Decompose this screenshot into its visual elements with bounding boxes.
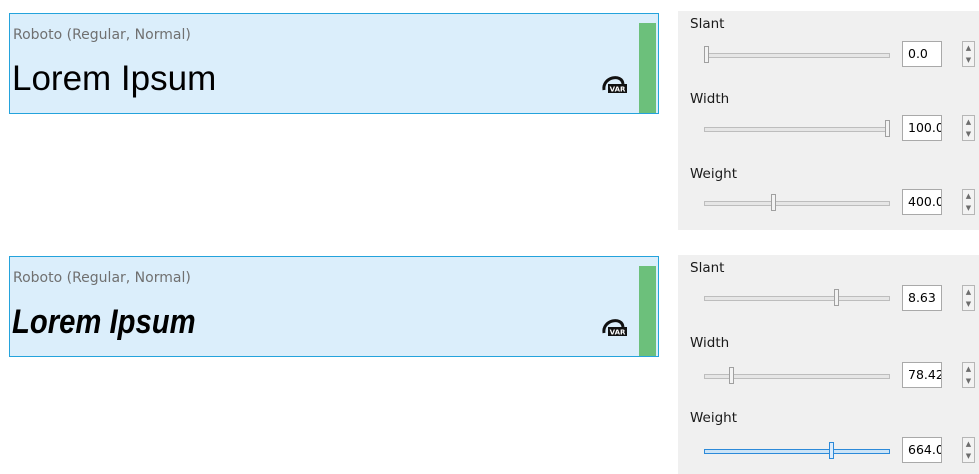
spin-up-icon[interactable]: ▲ (963, 438, 974, 450)
weight-slider-track[interactable] (704, 201, 890, 206)
slant-slider-thumb[interactable] (704, 46, 709, 63)
spin-up-icon[interactable]: ▲ (963, 363, 974, 375)
spin-down-icon[interactable]: ▼ (963, 450, 974, 462)
slant-axis-label: Slant (690, 16, 725, 32)
color-swatch-bar (639, 23, 656, 113)
slant-slider-thumb[interactable] (834, 289, 840, 306)
slant-value-input[interactable]: 0.0 (902, 41, 942, 67)
weight-spin-buttons[interactable]: ▲ ▼ (962, 437, 975, 463)
font-variation-window: Roboto (Regular, Normal) Lorem Ipsum VAR… (0, 0, 979, 474)
slant-spin-buttons[interactable]: ▲ ▼ (962, 285, 975, 311)
spin-down-icon[interactable]: ▼ (963, 202, 974, 214)
variable-font-icon: VAR (600, 71, 628, 95)
spin-down-icon[interactable]: ▼ (963, 54, 974, 66)
font-sample-text: Lorem Ipsum (12, 303, 196, 341)
font-name-caption: Roboto (Regular, Normal) (13, 27, 191, 43)
weight-axis-label: Weight (690, 166, 738, 182)
width-value-input[interactable]: 100.0 (902, 115, 942, 141)
slant-slider-track[interactable] (704, 296, 890, 301)
width-slider-thumb[interactable] (729, 367, 735, 384)
width-slider-thumb[interactable] (885, 120, 890, 137)
variable-font-icon-label: VAR (610, 329, 626, 337)
slant-value-input[interactable]: 8.63 (902, 285, 942, 311)
spin-down-icon[interactable]: ▼ (963, 128, 974, 140)
variation-axes-panel-1: Slant 0.0 ▲ ▼ Width 100.0 ▲ ▼ Weight 400… (678, 11, 979, 230)
variable-font-icon-label: VAR (610, 86, 626, 94)
spin-down-icon[interactable]: ▼ (963, 298, 974, 310)
weight-slider-thumb[interactable] (828, 442, 834, 459)
width-slider-track[interactable] (704, 127, 890, 132)
font-name-caption: Roboto (Regular, Normal) (13, 270, 191, 286)
font-sample-text: Lorem Ipsum (12, 59, 217, 98)
slant-slider-track[interactable] (704, 53, 890, 58)
spin-up-icon[interactable]: ▲ (963, 116, 974, 128)
weight-slider-track[interactable] (704, 449, 890, 454)
variable-font-icon: VAR (600, 314, 628, 338)
weight-spin-buttons[interactable]: ▲ ▼ (962, 189, 975, 215)
spin-up-icon[interactable]: ▲ (963, 190, 974, 202)
slant-spin-buttons[interactable]: ▲ ▼ (962, 41, 975, 67)
width-axis-label: Width (690, 91, 730, 107)
variation-axes-panel-2: Slant 8.63 ▲ ▼ Width 78.42 ▲ ▼ Weight 66… (678, 255, 979, 474)
font-preview-card-modified[interactable]: Roboto (Regular, Normal) Lorem Ipsum VAR (9, 256, 659, 357)
width-value-input[interactable]: 78.42 (902, 362, 942, 388)
font-preview-card-regular[interactable]: Roboto (Regular, Normal) Lorem Ipsum VAR (9, 13, 659, 114)
width-spin-buttons[interactable]: ▲ ▼ (962, 115, 975, 141)
weight-value-input[interactable]: 400.0 (902, 189, 942, 215)
weight-value-input[interactable]: 664.03 (902, 437, 942, 463)
weight-axis-label: Weight (690, 410, 738, 426)
color-swatch-bar (639, 266, 656, 356)
slant-axis-label: Slant (690, 260, 725, 276)
spin-up-icon[interactable]: ▲ (963, 42, 974, 54)
spin-up-icon[interactable]: ▲ (963, 286, 974, 298)
width-spin-buttons[interactable]: ▲ ▼ (962, 362, 975, 388)
width-axis-label: Width (690, 335, 730, 351)
spin-down-icon[interactable]: ▼ (963, 375, 974, 387)
weight-slider-thumb[interactable] (770, 194, 776, 211)
